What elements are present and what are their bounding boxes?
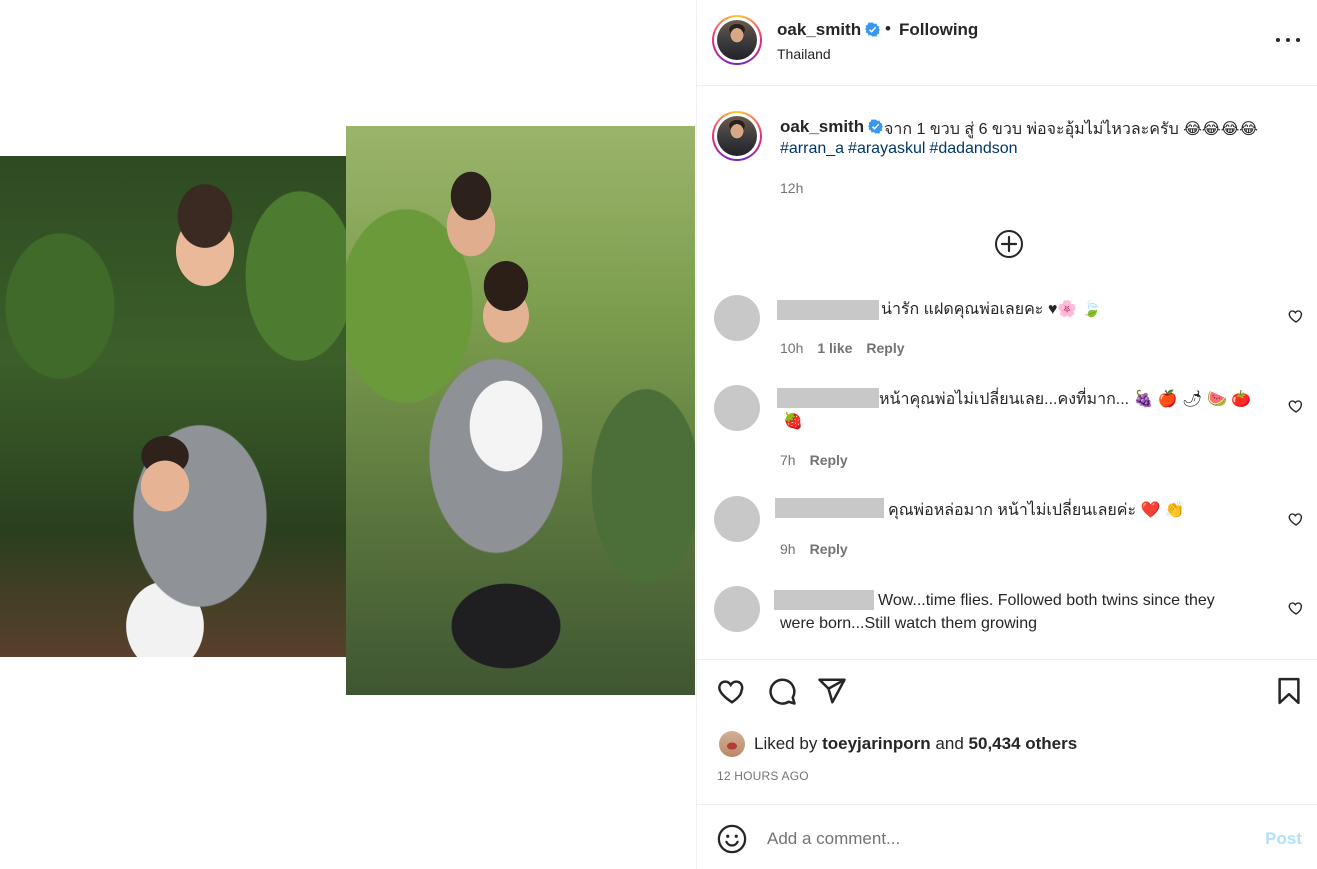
comment-text-line2: 🍓 xyxy=(783,413,803,430)
author-username[interactable]: oak_smith xyxy=(777,20,861,39)
following-button[interactable]: Following xyxy=(899,20,978,40)
liker-avatar[interactable] xyxy=(719,731,745,757)
post-location[interactable]: Thailand xyxy=(777,46,831,62)
comment-time[interactable]: 7h xyxy=(780,452,796,468)
hashtag-link[interactable]: #arran_a xyxy=(780,140,844,157)
caption-username-row[interactable]: oak_smith xyxy=(780,117,884,137)
caption-author-avatar[interactable] xyxy=(712,111,762,161)
comment-text: คุณพ่อหล่อมาก หน้าไม่เปลี่ยนเลยค่ะ ❤️ 👏 xyxy=(888,502,1185,519)
likes-joiner: and xyxy=(935,734,964,753)
header-separator: • xyxy=(885,19,891,38)
heart-icon[interactable] xyxy=(1288,511,1304,527)
reply-button[interactable]: Reply xyxy=(810,541,848,557)
commenter-avatar[interactable] xyxy=(714,496,760,542)
post-side-panel: oak_smith • Following Thailand oak_smith… xyxy=(696,0,1317,869)
hashtag-link[interactable]: #arayaskul xyxy=(848,140,925,157)
comment-text: น่ารัก แฝดคุณพ่อเลยคะ ♥🌸 🍃 xyxy=(881,301,1102,318)
more-options-icon[interactable] xyxy=(1276,30,1300,50)
post-media[interactable] xyxy=(0,0,696,869)
commenter-username-redacted[interactable] xyxy=(777,388,879,408)
caption-text: จาก 1 ขวบ สู่ 6 ขวบ พ่อจะอุ้มไม่ไหวละครั… xyxy=(884,121,1258,138)
comment-time[interactable]: 9h xyxy=(780,541,796,557)
commenter-avatar[interactable] xyxy=(714,586,760,632)
add-comment-bar: Post xyxy=(697,804,1317,869)
heart-icon[interactable] xyxy=(1288,600,1304,616)
heart-icon[interactable] xyxy=(717,676,747,706)
photo-dad-and-toddler xyxy=(0,156,346,657)
heart-icon[interactable] xyxy=(1288,398,1304,414)
author-username-row[interactable]: oak_smith xyxy=(777,20,881,40)
commenter-username-redacted[interactable] xyxy=(777,300,879,320)
caption-timestamp[interactable]: 12h xyxy=(780,180,803,196)
caption-hashtags: #arran_a #arayaskul #dadandson xyxy=(780,140,1022,158)
comment-time[interactable]: 10h xyxy=(780,340,803,356)
post-comment-button[interactable]: Post xyxy=(1265,829,1302,849)
smiley-icon[interactable] xyxy=(717,824,747,854)
post-date[interactable]: 12 HOURS AGO xyxy=(717,769,809,783)
comment-text-line2: were born...Still watch them growing xyxy=(780,615,1037,632)
comment-meta: 9h Reply xyxy=(780,541,862,557)
comment-like-count[interactable]: 1 like xyxy=(817,340,852,356)
likes-others-count[interactable]: 50,434 others xyxy=(969,734,1078,753)
commenter-avatar[interactable] xyxy=(714,295,760,341)
hashtag-link[interactable]: #dadandson xyxy=(929,140,1017,157)
comment-meta: 10h 1 like Reply xyxy=(780,340,919,356)
verified-badge-icon xyxy=(865,22,881,37)
comment-meta: 7h Reply xyxy=(780,452,862,468)
photo-dad-and-child xyxy=(346,126,695,695)
comment-text: Wow...time flies. Followed both twins si… xyxy=(878,592,1215,609)
heart-icon[interactable] xyxy=(1288,308,1304,324)
liker-username[interactable]: toeyjarinporn xyxy=(822,734,931,753)
likes-prefix: Liked by xyxy=(754,734,818,753)
likes-text: Liked by toeyjarinporn and 50,434 others xyxy=(754,734,1077,754)
bookmark-icon[interactable] xyxy=(1274,676,1304,706)
commenter-username-redacted[interactable] xyxy=(774,590,874,610)
plus-circle-icon[interactable] xyxy=(994,229,1024,259)
comment-input[interactable] xyxy=(767,827,1237,851)
caption-username[interactable]: oak_smith xyxy=(780,117,864,136)
paper-plane-icon[interactable] xyxy=(817,676,847,706)
post-header: oak_smith • Following Thailand xyxy=(697,0,1317,86)
commenter-username-redacted[interactable] xyxy=(775,498,884,518)
verified-badge-icon xyxy=(868,119,884,134)
reply-button[interactable]: Reply xyxy=(810,452,848,468)
action-divider xyxy=(697,659,1317,660)
comment-text: หน้าคุณพ่อไม่เปลี่ยนเลย...คงที่มาก... 🍇 … xyxy=(879,391,1252,408)
author-avatar[interactable] xyxy=(712,15,762,65)
reply-button[interactable]: Reply xyxy=(866,340,904,356)
comment-bubble-icon[interactable] xyxy=(767,676,797,706)
commenter-avatar[interactable] xyxy=(714,385,760,431)
